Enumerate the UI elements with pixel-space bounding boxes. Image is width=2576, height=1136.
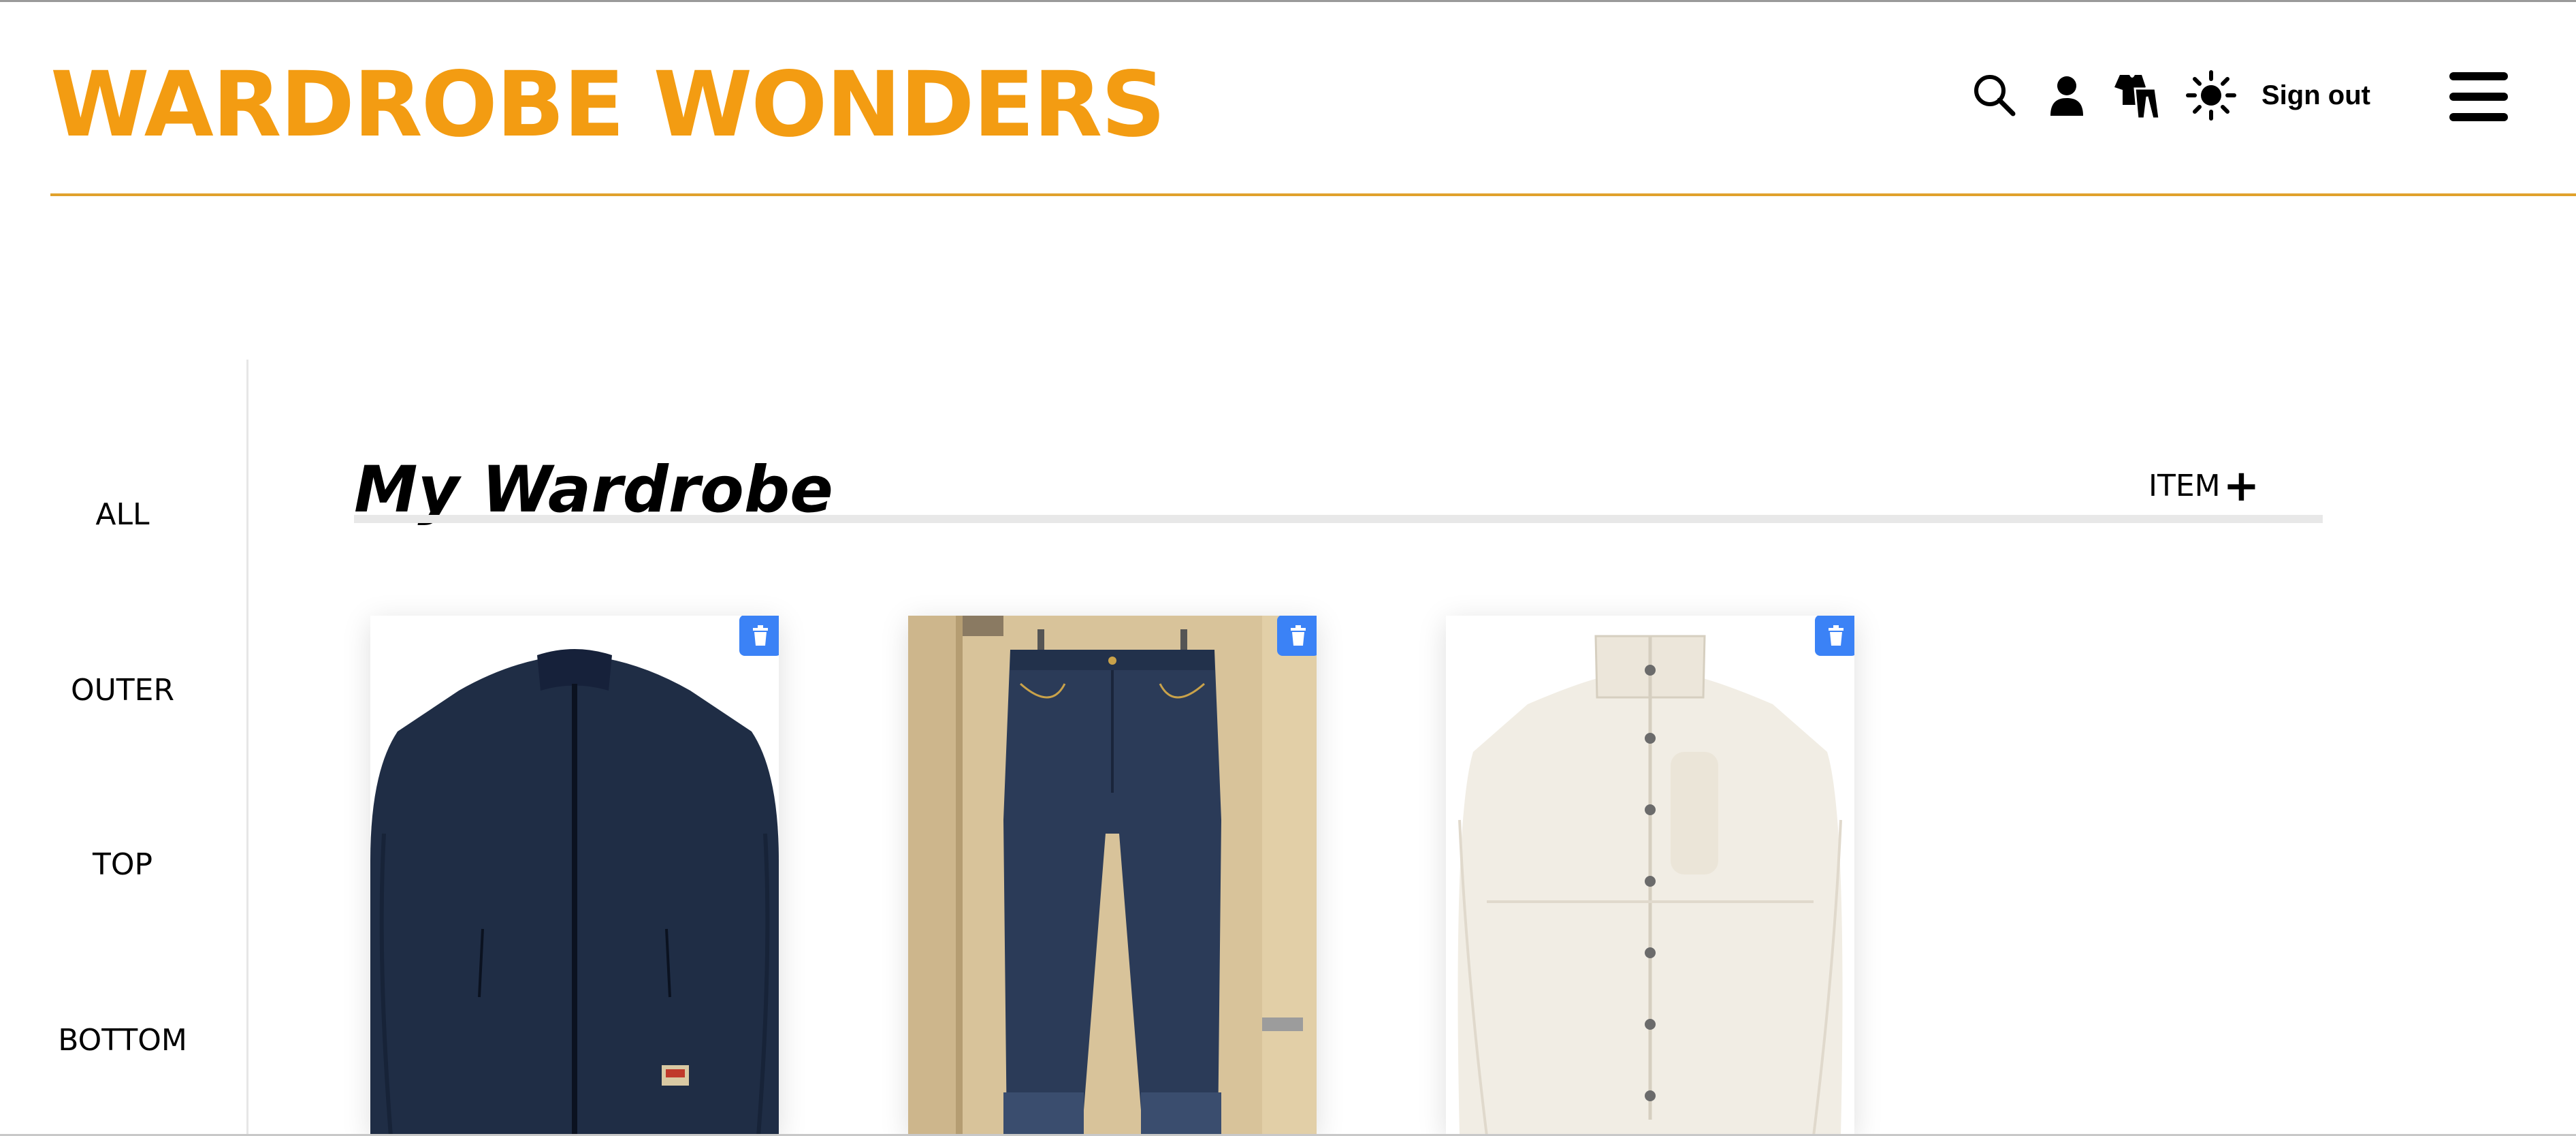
add-item-label: ITEM <box>2148 469 2221 503</box>
signout-button[interactable]: Sign out <box>2261 75 2370 116</box>
item-photo-cream-jacket <box>1446 616 1854 1136</box>
sun-icon[interactable] <box>2184 68 2238 123</box>
hamburger-icon[interactable] <box>2449 69 2511 124</box>
sidebar-item-top[interactable]: TOP <box>0 845 245 885</box>
add-item-button[interactable]: ITEM + <box>2148 461 2260 511</box>
item-photo-navy-jacket <box>370 616 779 1136</box>
trash-icon <box>1829 625 1844 646</box>
delete-item-button[interactable] <box>739 616 779 656</box>
wardrobe-item-card[interactable] <box>908 616 1317 1136</box>
delete-item-button[interactable] <box>1277 616 1317 656</box>
wardrobe-item-card[interactable] <box>1446 616 1854 1136</box>
header-divider <box>50 193 2576 196</box>
sidebar-item-all[interactable]: ALL <box>0 494 245 535</box>
delete-item-button[interactable] <box>1815 616 1854 656</box>
window-top-border <box>0 0 2576 2</box>
item-photo-jeans <box>908 616 1317 1136</box>
search-icon[interactable] <box>1967 68 2022 123</box>
trash-icon <box>1291 625 1306 646</box>
wardrobe-item-card[interactable] <box>370 616 779 1136</box>
sidebar-divider <box>246 360 248 1136</box>
user-icon[interactable] <box>2040 68 2094 123</box>
trash-icon <box>753 625 768 646</box>
site-logo[interactable]: WARDROBE WONDERS <box>50 50 1165 159</box>
title-underline <box>354 515 2323 523</box>
plus-icon: + <box>2223 461 2260 511</box>
sidebar-item-bottom[interactable]: BOTTOM <box>0 1020 245 1061</box>
sidebar-item-outer[interactable]: OUTER <box>0 670 245 711</box>
wardrobe-icon[interactable] <box>2109 68 2163 123</box>
